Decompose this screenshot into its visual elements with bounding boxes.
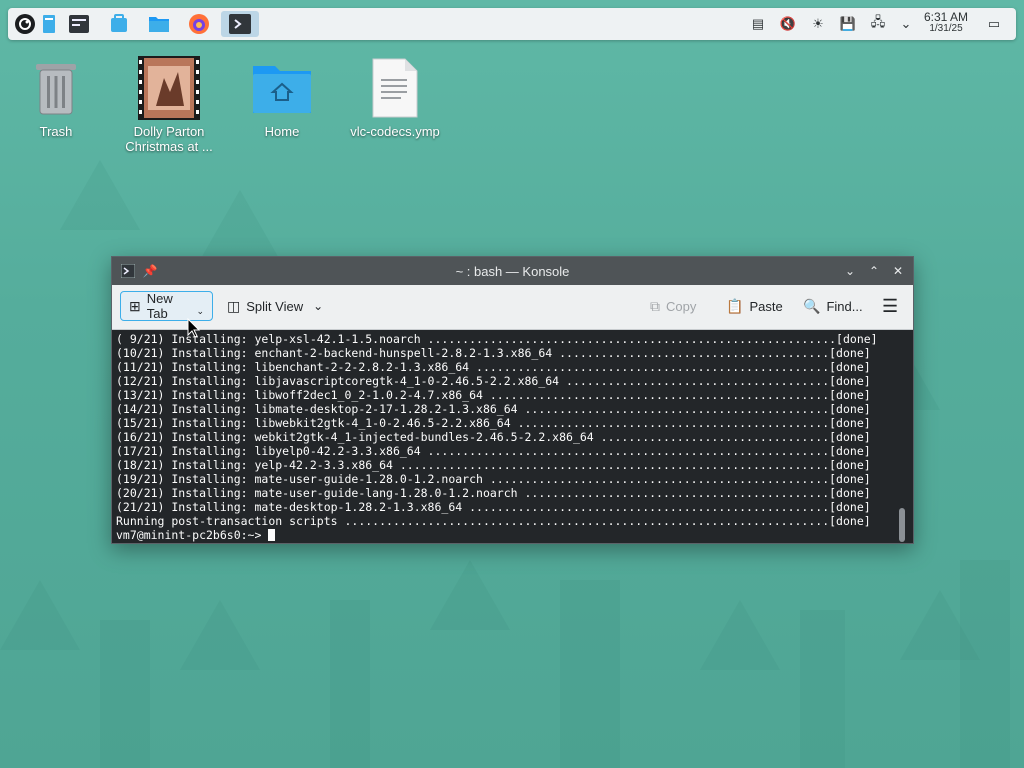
desktop-icon-vlc-codecs[interactable]: vlc-codecs.ymp [347,56,443,139]
konsole-window: 📌 ~ : bash — Konsole ⌄ ⌃ ✕ ⊞ New Tab ⌄ ◫… [111,256,914,544]
desktop-icon-home[interactable]: Home [234,56,330,139]
terminal-icon[interactable] [66,11,92,37]
paste-button[interactable]: 📋 Paste [718,291,791,321]
save-icon[interactable]: 💾 [840,16,856,32]
desktop-icon-label: vlc-codecs.ymp [350,124,440,139]
paste-label: Paste [749,298,783,314]
desktop-icon-video[interactable]: Dolly Parton Christmas at ... [121,56,217,154]
terminal-prompt: vm7@minint-pc2b6s0:~> [116,528,878,542]
clipboard-icon[interactable]: ▤ [750,16,766,32]
background-shape [560,580,620,768]
background-shape [200,190,280,260]
terminal-line: (21/21) Installing: mate-desktop-1.28.2-… [116,500,871,514]
firefox-icon[interactable] [186,11,212,37]
task-manager-icon[interactable] [36,11,62,37]
terminal-line: (17/21) Installing: libyelp0-42.2-3.3.x8… [116,444,871,458]
find-label: Find... [826,298,863,314]
maximize-icon[interactable]: ⌃ [866,263,882,279]
window-title: ~ : bash — Konsole [455,264,570,279]
video-thumbnail [137,56,201,120]
desktop-icon-trash[interactable]: Trash [8,56,104,139]
konsole-toolbar: ⊞ New Tab ⌄ ◫ Split View ⌄ ⧉ Copy 📋 Past… [112,285,913,330]
background-shape [100,620,150,768]
window-titlebar[interactable]: 📌 ~ : bash — Konsole ⌄ ⌃ ✕ [112,257,913,285]
find-button[interactable]: 🔍 Find... [795,291,871,321]
terminal-line: (13/21) Installing: libwoff2dec1_0_2-1.0… [116,388,871,402]
desktop-icon-label: Home [264,124,300,139]
network-icon[interactable]: 🖧 [870,14,886,32]
terminal-line: Running post-transaction scripts .......… [116,514,871,528]
terminal-line: (16/21) Installing: webkit2gtk-4_1-injec… [116,430,871,444]
terminal-line: (19/21) Installing: mate-user-guide-1.28… [116,472,871,486]
terminal-cursor [268,529,276,541]
background-shape [800,610,845,768]
discover-icon[interactable] [106,11,132,37]
terminal-line: (18/21) Installing: yelp-42.2-3.3.x86_64… [116,458,871,472]
background-shape [430,560,510,630]
desktop-icon-label: Trash [39,124,73,139]
clock[interactable]: 6:31 AM 1/31/25 [918,11,974,35]
copy-label: Copy [666,298,697,314]
terminal-line: (20/21) Installing: mate-user-guide-lang… [116,486,871,500]
konsole-task-icon[interactable] [221,11,259,37]
scrollbar[interactable] [899,508,905,542]
new-tab-button[interactable]: ⊞ New Tab ⌄ [120,291,213,321]
new-tab-label: New Tab [146,291,173,321]
background-shape [700,600,780,670]
background-shape [960,560,1010,768]
opensuse-menu-icon[interactable] [12,11,38,37]
clock-time: 6:31 AM [923,10,969,24]
minimize-icon[interactable]: ⌄ [842,263,858,279]
terminal-line: (14/21) Installing: libmate-desktop-2-17… [116,402,871,416]
terminal-line: (11/21) Installing: libenchant-2-2-2.8.2… [116,360,871,374]
close-icon[interactable]: ✕ [890,263,906,279]
background-shape [0,580,80,650]
new-tab-icon: ⊞ [129,297,141,314]
terminal-line: (10/21) Installing: enchant-2-backend-hu… [116,346,871,360]
search-icon: 🔍 [803,297,821,314]
volume-muted-icon[interactable]: 🔇 [780,16,796,32]
copy-button[interactable]: ⧉ Copy [642,291,704,321]
split-view-icon: ◫ [227,297,241,314]
terminal-line: (15/21) Installing: libwebkit2gtk-4_1-0-… [116,416,871,430]
hamburger-menu-icon[interactable]: ☰ [874,291,906,321]
chevron-down-icon: ⌄ [196,305,204,316]
background-shape [60,160,140,230]
copy-icon: ⧉ [650,297,660,314]
split-view-button[interactable]: ◫ Split View ⌄ [219,291,331,321]
desktop-icon-label: Dolly Parton Christmas at ... [125,124,213,154]
background-shape [330,600,370,768]
terminal-line: ( 9/21) Installing: yelp-xsl-42.1-1.5.no… [116,332,878,346]
mouse-cursor-icon [187,318,201,338]
terminal-lines: ( 9/21) Installing: yelp-xsl-42.1-1.5.no… [116,332,878,542]
trash-icon [24,56,88,120]
prompt-text: vm7@minint-pc2b6s0:~> [116,528,269,542]
clock-date: 1/31/25 [929,23,963,34]
terminal-output[interactable]: ( 9/21) Installing: yelp-xsl-42.1-1.5.no… [112,330,913,543]
document-icon [363,56,427,120]
file-manager-icon[interactable] [146,11,172,37]
chevron-down-icon: ⌄ [313,299,324,313]
split-view-label: Split View [246,298,304,314]
home-folder-icon [250,56,314,120]
brightness-icon[interactable]: ☀ [810,16,826,32]
terminal-line: (12/21) Installing: libjavascriptcoregtk… [116,374,871,388]
show-desktop-icon[interactable]: ▭ [986,16,1002,32]
top-panel: ▤ 🔇 ☀ 💾 🖧 ⌄ 6:31 AM 1/31/25 ▭ [8,8,1016,40]
paste-icon: 📋 [726,297,744,314]
background-shape [180,600,260,670]
expand-tray-icon[interactable]: ⌄ [898,16,914,32]
